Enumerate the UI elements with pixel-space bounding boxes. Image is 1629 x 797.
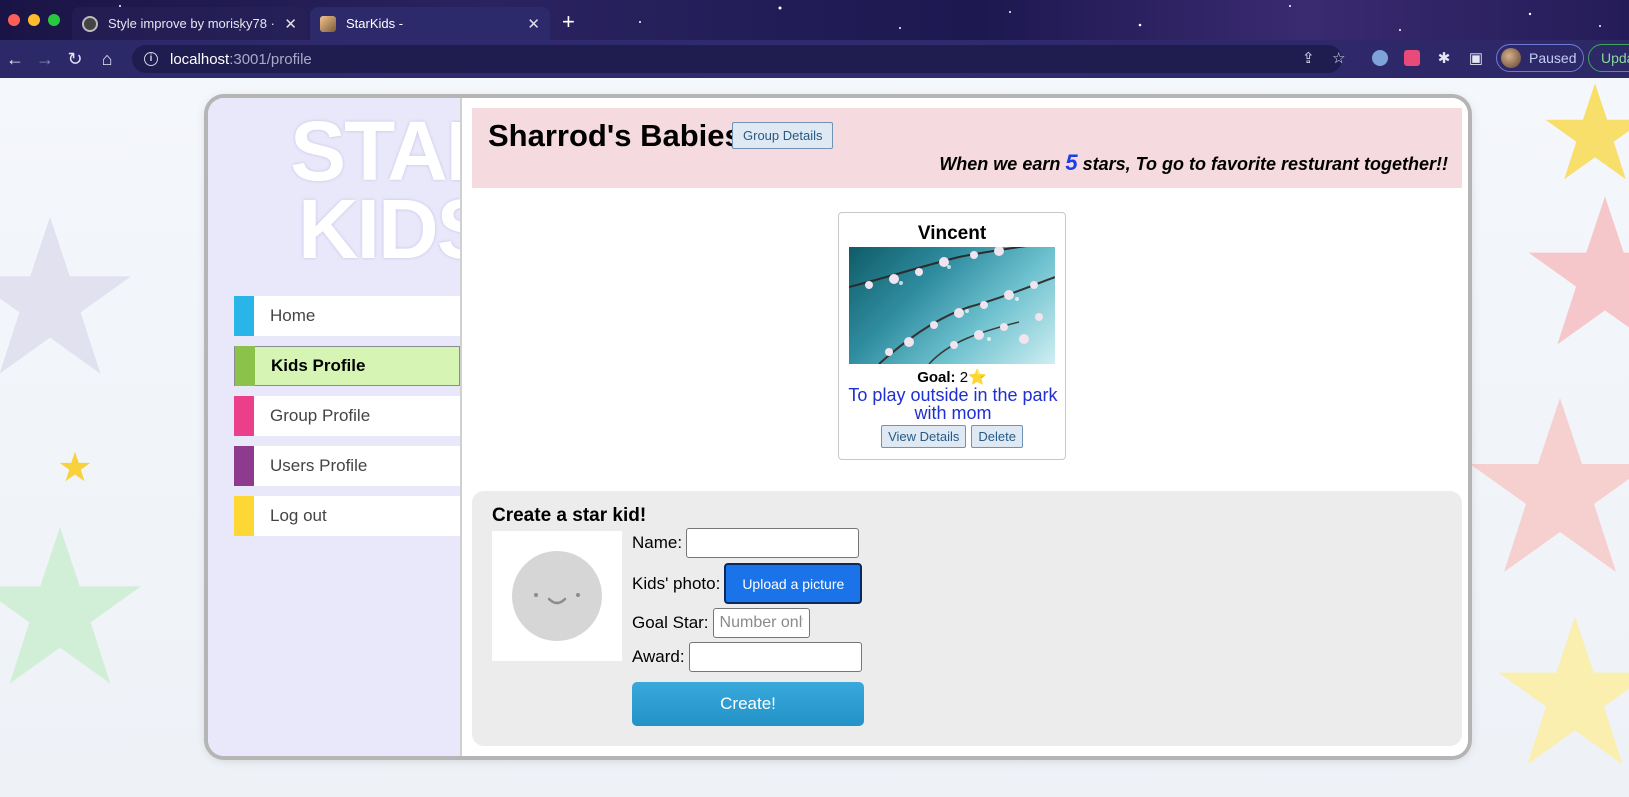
tab-title: Style improve by morisky78 · P: [108, 16, 279, 31]
browser-toolbar: ← → ↻ ⌂ i localhost:3001/profile ⇪ ☆ ✱ ▣…: [0, 40, 1629, 78]
close-tab-icon[interactable]: ✕: [527, 15, 540, 33]
forward-icon[interactable]: →: [34, 48, 56, 70]
kid-photo: [849, 247, 1055, 364]
main-content: Sharrod's Babies Group Details When we e…: [460, 98, 1468, 756]
nav-color-bar: [235, 346, 255, 386]
sidebar-item-label: Home: [270, 306, 316, 325]
logo-line-2: KIDS: [298, 182, 493, 276]
decorative-star-icon: [1545, 83, 1629, 180]
name-input[interactable]: [686, 528, 860, 558]
sidebar-item-log-out[interactable]: Log out: [234, 496, 460, 536]
window-close-button[interactable]: [8, 14, 20, 26]
url-host: localhost: [170, 50, 230, 68]
sidebar-item-label: Group Profile: [270, 406, 371, 425]
smiley-avatar-icon: [512, 551, 602, 641]
kid-actions: View Details Delete: [839, 425, 1065, 448]
photo-label: Kids' photo:: [632, 573, 721, 593]
kid-goal: Goal: 2⭐: [839, 368, 1065, 386]
upload-picture-button[interactable]: Upload a picture: [724, 563, 863, 604]
nav-color-bar: [234, 446, 254, 486]
close-tab-icon[interactable]: ✕: [284, 15, 297, 33]
sidebar-item-users-profile[interactable]: Users Profile: [234, 446, 460, 486]
side-panel-icon[interactable]: ▣: [1465, 48, 1487, 70]
sidebar: STAR KIDS Home Kids Profile Group Profil…: [208, 98, 506, 756]
goal-star-row: Goal Star:: [632, 608, 810, 638]
app-container: STAR KIDS Home Kids Profile Group Profil…: [208, 98, 1468, 756]
profile-status: Paused: [1529, 50, 1577, 66]
sidebar-item-home[interactable]: Home: [234, 296, 460, 336]
award-row: Award:: [632, 642, 862, 672]
bookmark-star-icon[interactable]: ☆: [1332, 49, 1345, 67]
name-row: Name:: [632, 528, 860, 558]
goal-number: 5: [1065, 150, 1078, 175]
update-button[interactable]: Upda: [1588, 44, 1629, 72]
goal-star-label: Goal Star:: [632, 613, 709, 632]
globe-extension-icon[interactable]: [1372, 50, 1388, 66]
nav-color-bar: [234, 296, 254, 336]
photo-row: Kids' photo: Upload a picture: [632, 563, 863, 604]
small-yellow-star-icon: [59, 451, 91, 482]
logo-line-1: STAR: [290, 104, 506, 198]
decorative-star-icon: [1470, 398, 1629, 572]
sidebar-item-group-profile[interactable]: Group Profile: [234, 396, 460, 436]
group-goal-text: When we earn 5 stars, To go to favorite …: [939, 150, 1448, 176]
page-background: STAR KIDS Home Kids Profile Group Profil…: [0, 78, 1629, 797]
sidebar-nav: Home Kids Profile Group Profile Users Pr…: [234, 296, 460, 546]
delete-button[interactable]: Delete: [971, 425, 1023, 448]
avatar: [1501, 48, 1521, 68]
create-button[interactable]: Create!: [632, 682, 864, 726]
sidebar-item-label: Kids Profile: [271, 356, 366, 375]
window-maximize-button[interactable]: [48, 14, 60, 26]
decorative-star-icon: [1528, 196, 1629, 345]
award-label: Award:: [632, 647, 685, 666]
kid-card: Vincent Goal: 2⭐ To play outside in the …: [838, 212, 1066, 460]
view-details-button[interactable]: View Details: [881, 425, 967, 448]
kid-award: To play outside in the park with mom: [848, 385, 1058, 423]
avatar-placeholder: [492, 531, 622, 661]
group-header: Sharrod's Babies Group Details When we e…: [472, 108, 1462, 188]
url-path: :3001/profile: [229, 50, 312, 68]
goal-prefix: When we earn: [939, 154, 1061, 174]
starkids-logo: STAR KIDS: [290, 104, 506, 276]
profile-button[interactable]: Paused: [1496, 44, 1584, 72]
nav-color-bar: [234, 496, 254, 536]
site-info-icon[interactable]: i: [144, 52, 158, 66]
sidebar-item-label: Users Profile: [270, 456, 368, 475]
goal-value: 2: [959, 369, 969, 386]
goal-label: Goal:: [917, 369, 956, 386]
create-kid-form: Create a star kid! Name: Kids' photo: Up…: [472, 491, 1462, 746]
back-icon[interactable]: ←: [4, 48, 26, 70]
cherry-blossom-image: [849, 247, 1055, 364]
decorative-star-icon: [0, 217, 131, 374]
goal-star-input[interactable]: [712, 608, 810, 638]
goal-suffix: stars, To go to favorite resturant toget…: [1082, 154, 1448, 174]
record-extension-icon[interactable]: [1404, 50, 1420, 66]
star-icon: ⭐: [968, 369, 987, 386]
nav-color-bar: [234, 396, 254, 436]
plus-icon[interactable]: +: [562, 9, 575, 35]
form-title: Create a star kid!: [492, 505, 647, 526]
page-title: Sharrod's Babies: [488, 118, 742, 153]
browser-tab-strip: Style improve by morisky78 · P ✕ StarKid…: [0, 0, 1629, 40]
kid-name: Vincent: [917, 223, 987, 244]
home-icon[interactable]: ⌂: [96, 48, 118, 70]
decorative-star-icon: [0, 527, 141, 684]
puzzle-extensions-icon[interactable]: ✱: [1433, 48, 1455, 70]
group-details-button[interactable]: Group Details: [732, 122, 834, 149]
browser-tab-github[interactable]: Style improve by morisky78 · P ✕: [72, 7, 307, 40]
decorative-star-icon: [1498, 616, 1629, 765]
window-minimize-button[interactable]: [28, 14, 40, 26]
address-bar[interactable]: i localhost:3001/profile ⇪ ☆: [132, 45, 1345, 73]
reload-icon[interactable]: ↻: [64, 48, 86, 70]
sidebar-item-label: Log out: [270, 506, 327, 525]
browser-tab-starkids[interactable]: StarKids - ✕: [310, 7, 550, 40]
share-icon[interactable]: ⇪: [1302, 49, 1315, 67]
award-input[interactable]: [688, 642, 862, 672]
github-icon: [82, 15, 98, 32]
tab-title: StarKids -: [346, 16, 404, 31]
sidebar-item-kids-profile[interactable]: Kids Profile: [234, 346, 460, 386]
name-label: Name:: [632, 533, 683, 552]
starkids-favicon-icon: [320, 15, 336, 32]
